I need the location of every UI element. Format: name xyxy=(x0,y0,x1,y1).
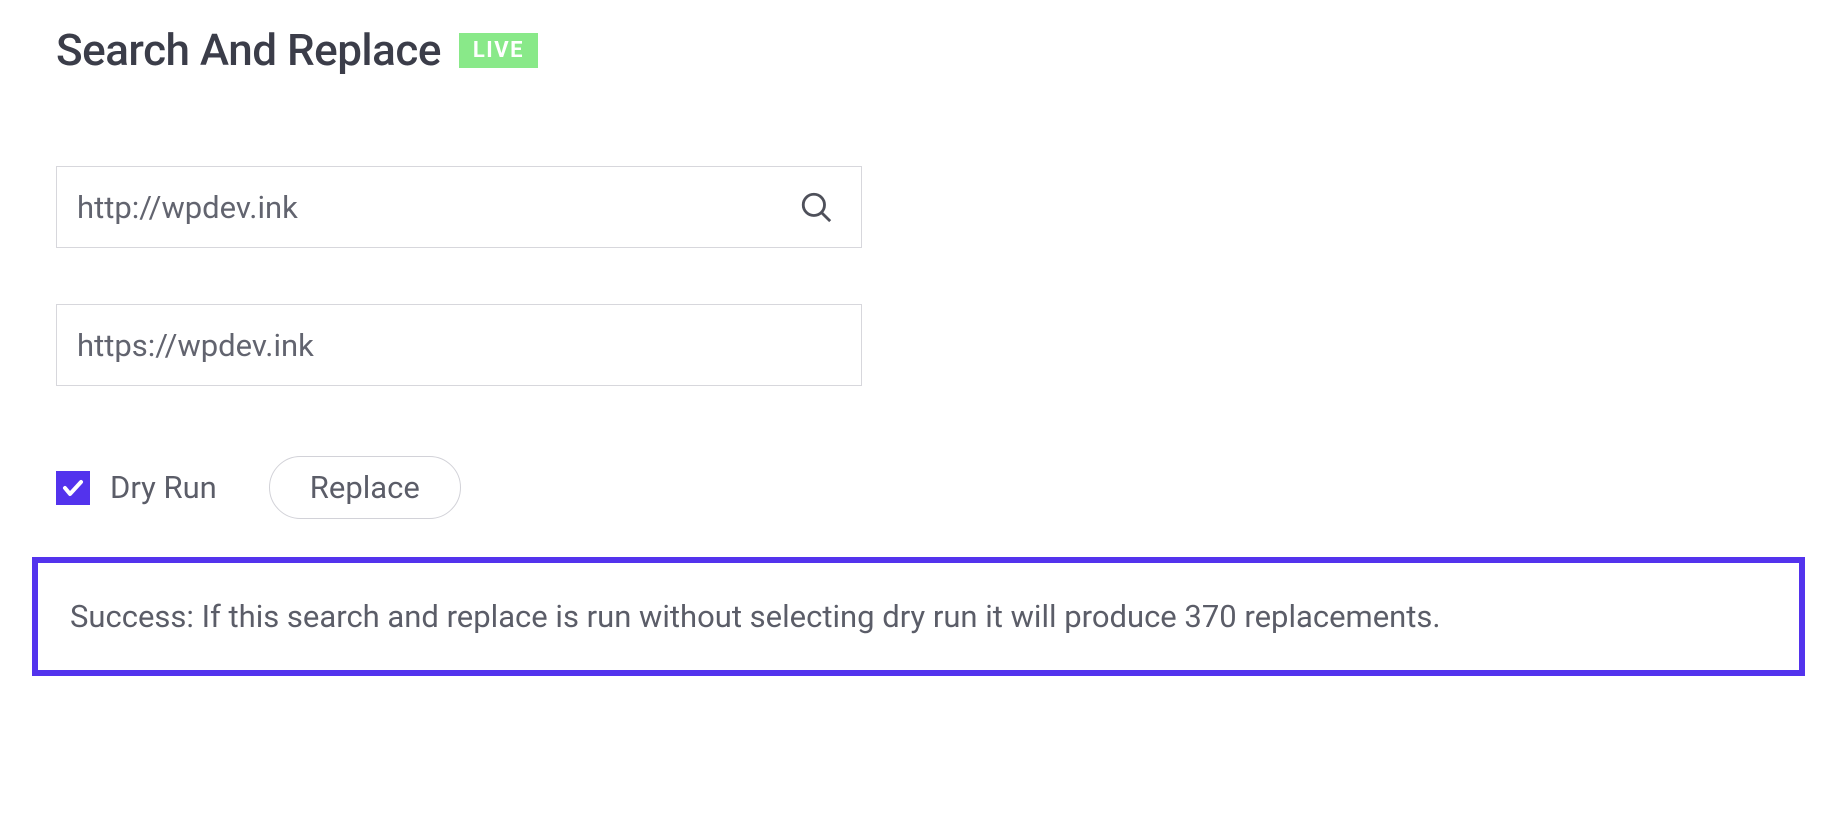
status-message: Success: If this search and replace is r… xyxy=(70,595,1767,638)
environment-badge: LIVE xyxy=(459,33,538,68)
search-icon xyxy=(799,190,833,224)
dry-run-label[interactable]: Dry Run xyxy=(110,469,217,506)
status-box: Success: If this search and replace is r… xyxy=(32,557,1805,676)
search-field-row xyxy=(56,166,862,248)
page-header: Search And Replace LIVE xyxy=(56,24,1781,76)
dry-run-checkbox[interactable] xyxy=(56,471,90,505)
search-input[interactable] xyxy=(77,189,789,226)
replace-input[interactable] xyxy=(77,327,841,364)
replace-button[interactable]: Replace xyxy=(269,456,461,519)
replace-field-row xyxy=(56,304,862,386)
actions-row: Dry Run Replace xyxy=(56,456,1781,519)
page-title: Search And Replace xyxy=(56,24,441,76)
dry-run-checkbox-wrap: Dry Run xyxy=(56,469,217,506)
